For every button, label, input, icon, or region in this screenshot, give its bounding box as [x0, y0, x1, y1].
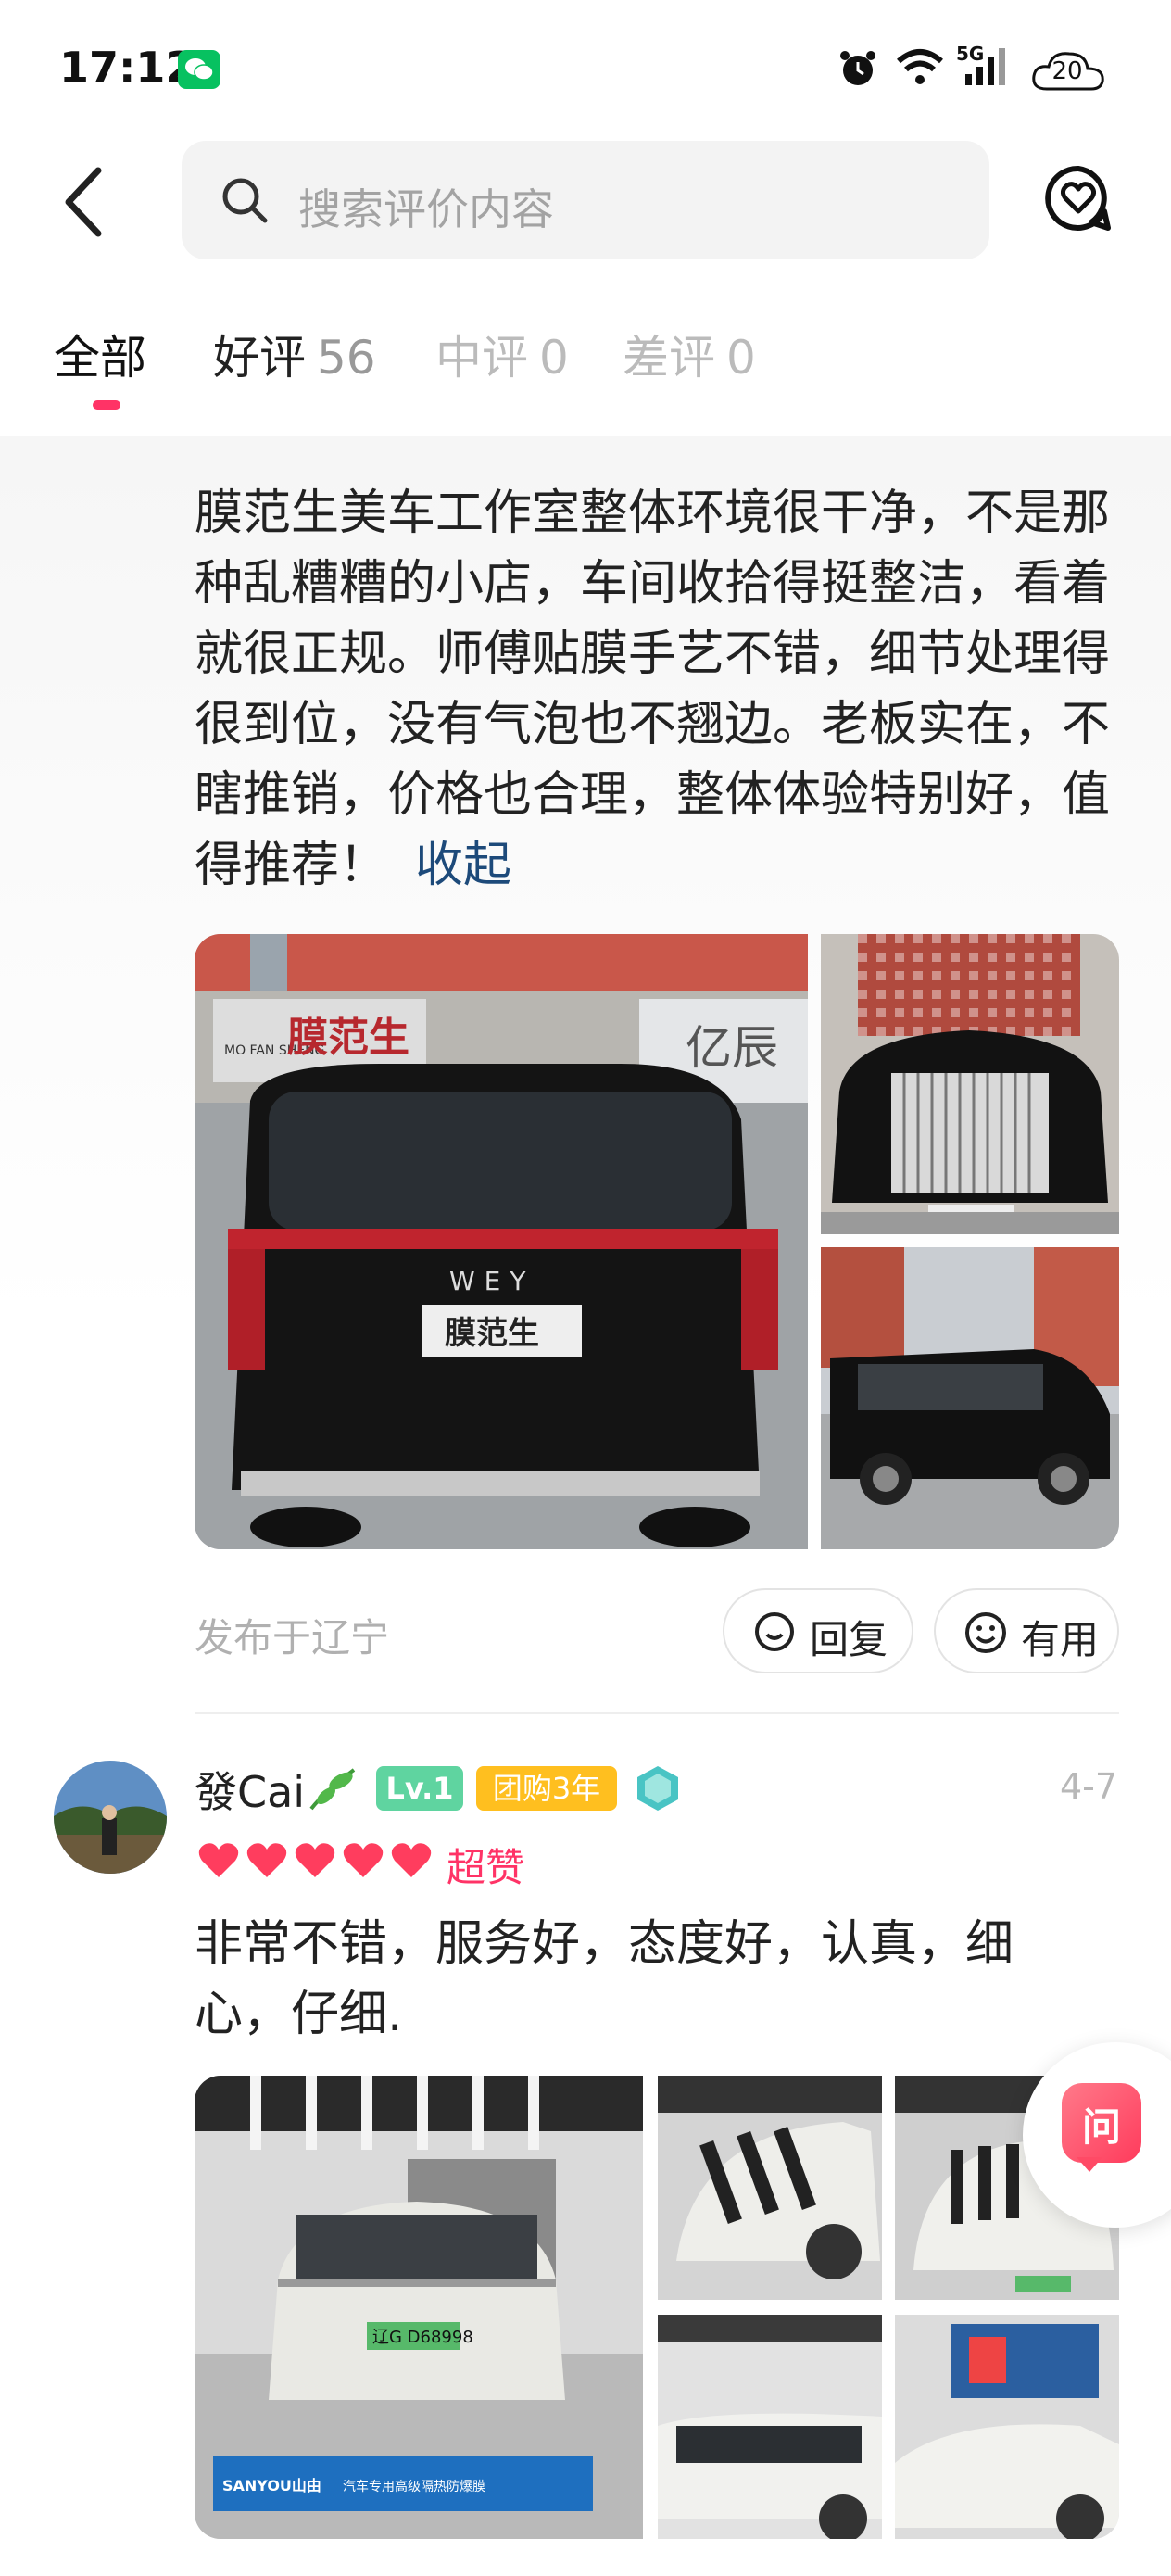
tab-negative[interactable]: 差评 0 — [623, 321, 756, 387]
tab-neutral-count: 0 — [539, 331, 569, 385]
smile-icon — [965, 1612, 1006, 1653]
tab-all[interactable]: 全部 — [54, 321, 146, 387]
svg-text:膜范生: 膜范生 — [287, 1014, 409, 1061]
clock: 17:12 — [59, 43, 195, 93]
status-bar: 17:12 5G 20 — [0, 0, 1171, 139]
review-photo-white-car-front[interactable]: 辽G D68998 SANYOU山由 汽车专用高级隔热防爆膜 — [195, 2076, 643, 2539]
search-input[interactable]: 搜索评价内容 — [182, 141, 989, 259]
comment-icon — [755, 1612, 794, 1651]
reviewer-name[interactable]: 發Cai — [195, 1759, 305, 1820]
svg-text:亿辰: 亿辰 — [686, 1021, 778, 1075]
wechat-icon — [178, 50, 220, 89]
rating-hearts — [198, 1843, 432, 1877]
review-filter-tabs: 全部 好评 56 中评 0 差评 0 — [0, 315, 1171, 426]
group-buy-badge: 团购3年 — [476, 1766, 617, 1811]
svg-text:辽G D68998: 辽G D68998 — [372, 2328, 473, 2347]
collapse-link[interactable]: 收起 — [415, 838, 511, 893]
divider — [195, 1712, 1119, 1714]
posted-location: 发布于辽宁 — [195, 1615, 390, 1661]
question-icon-tail — [1077, 2157, 1102, 2172]
tab-neutral[interactable]: 中评 0 — [435, 321, 569, 387]
diamond-badge-icon — [637, 1766, 678, 1811]
heart-icon — [391, 1843, 432, 1877]
review-photo-showroom[interactable] — [895, 2315, 1119, 2539]
reply-button[interactable]: 回复 — [723, 1588, 913, 1673]
search-icon — [222, 178, 268, 223]
svg-text:WEY: WEY — [449, 1266, 535, 1296]
level-badge: Lv.1 — [376, 1766, 463, 1811]
tab-positive[interactable]: 好评 56 — [213, 321, 376, 387]
search-placeholder: 搜索评价内容 — [298, 184, 554, 234]
avatar[interactable] — [54, 1761, 167, 1874]
heart-icon — [198, 1843, 239, 1877]
signal-icon — [965, 48, 1005, 85]
favorite-chat-icon[interactable] — [1043, 163, 1114, 237]
tab-negative-count: 0 — [726, 331, 756, 385]
review-photo-side-window[interactable] — [658, 2315, 882, 2539]
svg-text:SANYOU山由: SANYOU山由 — [222, 2477, 321, 2494]
review-date: 4-7 — [1060, 1766, 1118, 1807]
review-text: 非常不错，服务好，态度好，认真，细心，仔细. — [195, 1916, 1014, 2042]
review-photo-front-grille[interactable] — [821, 934, 1119, 1234]
svg-text:膜范生: 膜范生 — [445, 1315, 539, 1352]
cloud-badge-number: 20 — [1051, 57, 1083, 85]
ask-label: 问 — [1081, 2104, 1121, 2150]
alarm-icon — [840, 51, 875, 85]
svg-text:汽车专用高级隔热防爆膜: 汽车专用高级隔热防爆膜 — [343, 2479, 485, 2494]
review-text: 膜范生美车工作室整体环境很干净，不是那种乱糟糟的小店，车间收拾得挺整洁，看着就很… — [195, 486, 1111, 893]
review-photo-side-view[interactable] — [821, 1247, 1119, 1549]
heart-icon — [246, 1843, 287, 1877]
rating-label: 超赞 — [447, 1845, 525, 1890]
review-photo-side-reflection[interactable] — [658, 2076, 882, 2300]
wifi-icon — [897, 49, 943, 84]
active-tab-indicator — [93, 400, 120, 410]
tab-positive-count: 56 — [317, 331, 376, 385]
heart-icon — [295, 1843, 335, 1877]
back-arrow-icon[interactable] — [57, 165, 109, 239]
review-photo-rear-view[interactable]: MO FAN SHENG 膜范生 亿辰 18241698855 WEY 膜范生 — [195, 934, 808, 1549]
heart-icon — [343, 1843, 384, 1877]
leaf-icon — [309, 1768, 356, 1811]
useful-button[interactable]: 有用 — [934, 1588, 1119, 1673]
